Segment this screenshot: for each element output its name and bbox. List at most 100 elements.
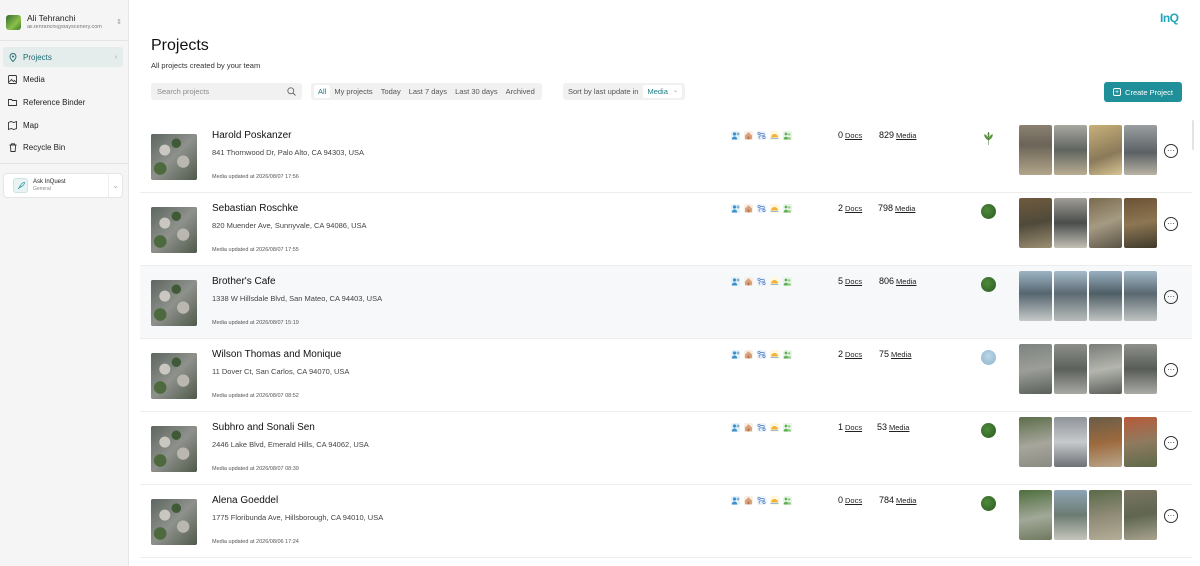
workflow-icon[interactable]: [757, 496, 766, 505]
team-icon[interactable]: [783, 496, 792, 505]
sun-icon[interactable]: [770, 350, 779, 359]
media-thumbnail[interactable]: [1019, 198, 1052, 248]
project-name[interactable]: Sebastian Roschke: [212, 203, 298, 214]
media-thumbnail[interactable]: [1019, 344, 1052, 394]
person-add-icon[interactable]: [731, 496, 740, 505]
team-icon[interactable]: [783, 423, 792, 432]
workflow-icon[interactable]: [757, 204, 766, 213]
docs-link[interactable]: Docs: [845, 423, 862, 432]
person-add-icon[interactable]: [731, 204, 740, 213]
person-add-icon[interactable]: [731, 277, 740, 286]
filter-last-30-days[interactable]: Last 30 days: [451, 85, 502, 98]
media-link[interactable]: Media: [889, 423, 909, 432]
project-row[interactable]: Sebastian Roschke 820 Muender Ave, Sunny…: [140, 193, 1192, 266]
media-thumbnail[interactable]: [1089, 198, 1122, 248]
team-icon[interactable]: [783, 204, 792, 213]
project-aerial-thumbnail[interactable]: [151, 353, 197, 399]
project-row[interactable]: Subhro and Sonali Sen 2446 Lake Blvd, Em…: [140, 412, 1192, 485]
media-thumbnail[interactable]: [1019, 417, 1052, 467]
docs-link[interactable]: Docs: [845, 496, 862, 505]
project-name[interactable]: Alena Goeddel: [212, 495, 278, 506]
sun-icon[interactable]: [770, 277, 779, 286]
media-link[interactable]: Media: [895, 204, 915, 213]
house-icon[interactable]: [744, 204, 753, 213]
media-link[interactable]: Media: [896, 277, 916, 286]
search-icon[interactable]: [287, 87, 296, 96]
media-link[interactable]: Media: [891, 350, 911, 359]
media-thumbnail[interactable]: [1089, 125, 1122, 175]
media-thumbnail[interactable]: [1124, 417, 1157, 467]
search-input[interactable]: [157, 87, 277, 96]
media-thumbnail[interactable]: [1089, 417, 1122, 467]
filter-all[interactable]: All: [314, 85, 331, 98]
house-icon[interactable]: [744, 423, 753, 432]
filter-archived[interactable]: Archived: [502, 85, 539, 98]
more-options-button[interactable]: ···: [1164, 363, 1178, 377]
media-thumbnail[interactable]: [1054, 198, 1087, 248]
docs-link[interactable]: Docs: [845, 277, 862, 286]
media-thumbnail[interactable]: [1054, 344, 1087, 394]
team-icon[interactable]: [783, 131, 792, 140]
house-icon[interactable]: [744, 277, 753, 286]
sidebar-item-recycle-bin[interactable]: Recycle Bin: [3, 138, 123, 158]
sidebar-item-media[interactable]: Media: [3, 70, 123, 90]
sidebar-item-map[interactable]: Map: [3, 115, 123, 135]
project-aerial-thumbnail[interactable]: [151, 280, 197, 326]
more-options-button[interactable]: ···: [1164, 436, 1178, 450]
house-icon[interactable]: [744, 350, 753, 359]
media-thumbnail[interactable]: [1054, 125, 1087, 175]
sidebar-item-projects[interactable]: Projects ›: [3, 47, 123, 67]
docs-link[interactable]: Docs: [845, 131, 862, 140]
more-options-button[interactable]: ···: [1164, 217, 1178, 231]
workflow-icon[interactable]: [757, 423, 766, 432]
media-link[interactable]: Media: [896, 131, 916, 140]
project-name[interactable]: Wilson Thomas and Monique: [212, 349, 341, 360]
user-switcher[interactable]: Ali Tehranchi ali.tehranchi@bayscenery.c…: [6, 12, 122, 32]
house-icon[interactable]: [744, 496, 753, 505]
media-thumbnail[interactable]: [1089, 271, 1122, 321]
media-thumbnail[interactable]: [1054, 417, 1087, 467]
filter-last-7-days[interactable]: Last 7 days: [405, 85, 451, 98]
scrollbar[interactable]: [1192, 120, 1194, 150]
media-thumbnail[interactable]: [1124, 271, 1157, 321]
project-name[interactable]: Brother's Cafe: [212, 276, 276, 287]
media-thumbnail[interactable]: [1089, 490, 1122, 540]
workflow-icon[interactable]: [757, 277, 766, 286]
more-options-button[interactable]: ···: [1164, 509, 1178, 523]
sun-icon[interactable]: [770, 496, 779, 505]
filter-my-projects[interactable]: My projects: [330, 85, 376, 98]
media-thumbnail[interactable]: [1054, 490, 1087, 540]
create-project-button[interactable]: + Create Project: [1104, 82, 1182, 102]
project-aerial-thumbnail[interactable]: [151, 134, 197, 180]
sun-icon[interactable]: [770, 423, 779, 432]
media-thumbnail[interactable]: [1089, 344, 1122, 394]
docs-link[interactable]: Docs: [845, 350, 862, 359]
media-thumbnail[interactable]: [1019, 490, 1052, 540]
media-thumbnail[interactable]: [1019, 271, 1052, 321]
media-thumbnail[interactable]: [1019, 125, 1052, 175]
project-row[interactable]: Brother's Cafe 1338 W Hillsdale Blvd, Sa…: [140, 266, 1192, 339]
filter-today[interactable]: Today: [377, 85, 405, 98]
project-name[interactable]: Harold Poskanzer: [212, 130, 291, 141]
person-add-icon[interactable]: [731, 131, 740, 140]
project-aerial-thumbnail[interactable]: [151, 207, 197, 253]
sun-icon[interactable]: [770, 131, 779, 140]
media-link[interactable]: Media: [896, 496, 916, 505]
sort-select[interactable]: Media ⌄: [643, 85, 682, 98]
workflow-icon[interactable]: [757, 350, 766, 359]
team-icon[interactable]: [783, 350, 792, 359]
more-options-button[interactable]: ···: [1164, 290, 1178, 304]
ask-inquest-button[interactable]: Ask InQuest General ⌄: [3, 173, 123, 198]
media-thumbnail[interactable]: [1054, 271, 1087, 321]
project-aerial-thumbnail[interactable]: [151, 426, 197, 472]
docs-link[interactable]: Docs: [845, 204, 862, 213]
person-add-icon[interactable]: [731, 350, 740, 359]
person-add-icon[interactable]: [731, 423, 740, 432]
more-options-button[interactable]: ···: [1164, 144, 1178, 158]
project-row[interactable]: Alena Goeddel 1775 Floribunda Ave, Hills…: [140, 485, 1192, 558]
media-thumbnail[interactable]: [1124, 198, 1157, 248]
project-row[interactable]: Wilson Thomas and Monique 11 Dover Ct, S…: [140, 339, 1192, 412]
team-icon[interactable]: [783, 277, 792, 286]
sidebar-item-reference-binder[interactable]: Reference Binder: [3, 92, 123, 112]
workflow-icon[interactable]: [757, 131, 766, 140]
